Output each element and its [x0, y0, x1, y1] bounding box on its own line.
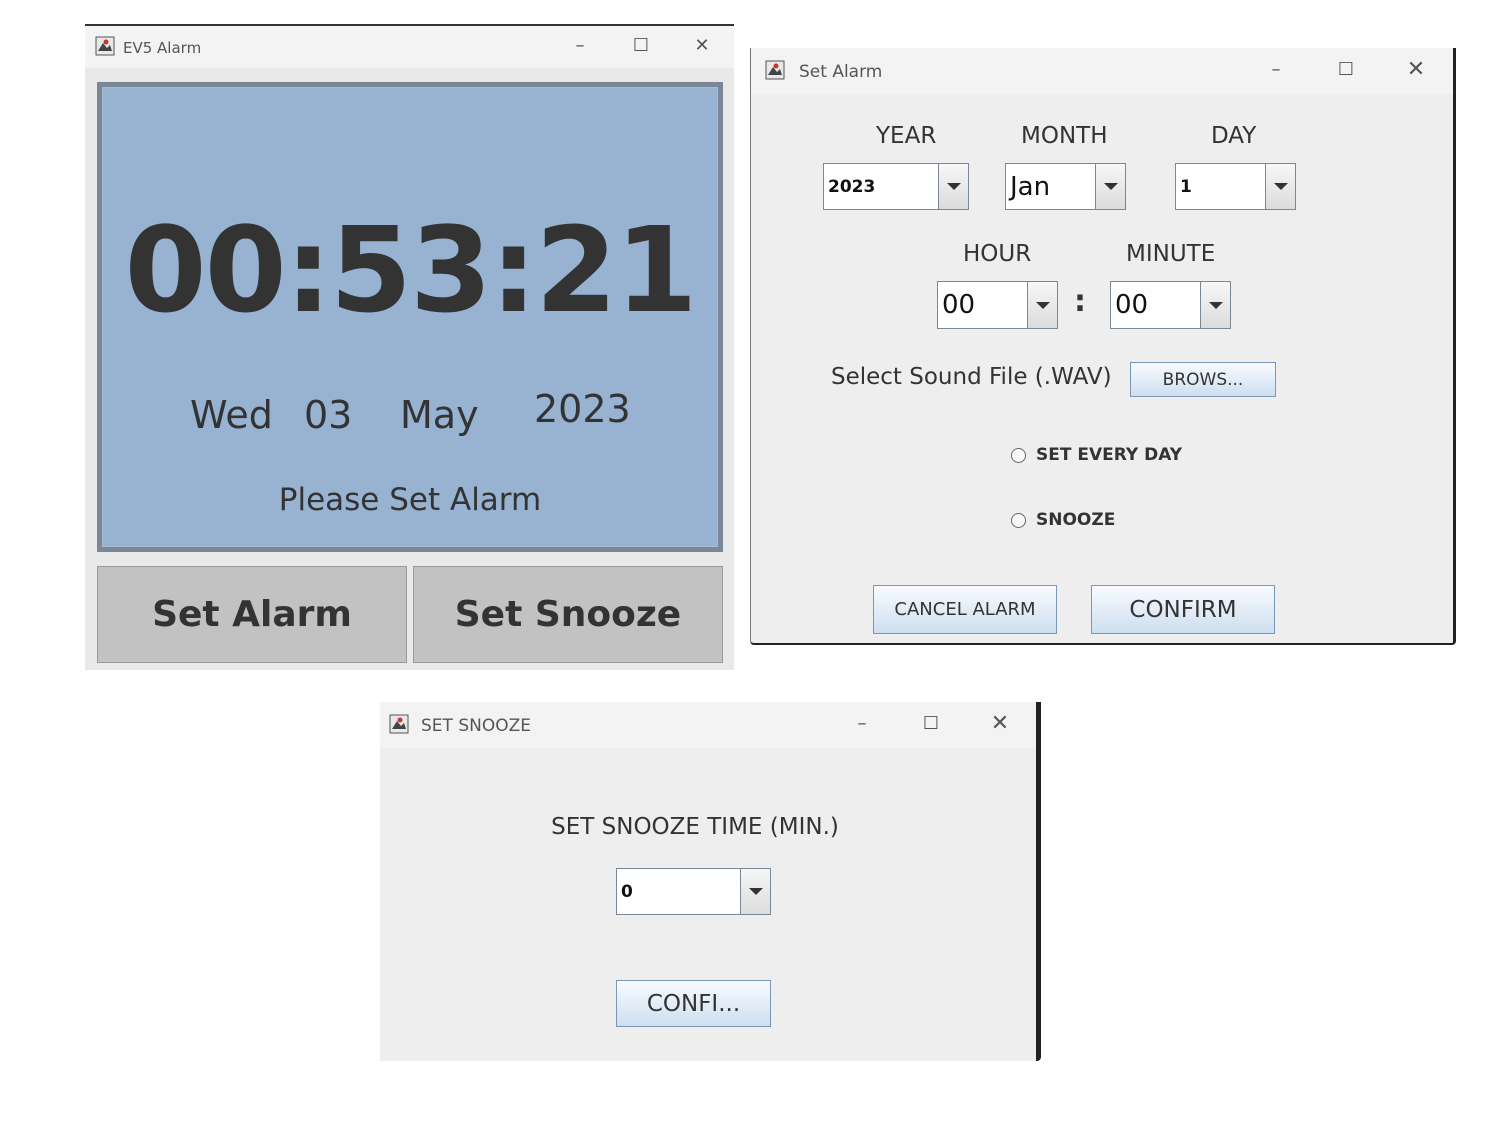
chevron-down-icon[interactable] — [1027, 282, 1057, 328]
snooze-time-label: SET SNOOZE TIME (MIN.) — [551, 814, 839, 840]
main-title-bar[interactable]: EV5 Alarm – ☐ ✕ — [85, 26, 734, 68]
year-select-value: 2023 — [828, 176, 876, 197]
time-separator: : — [1074, 284, 1086, 319]
minimize-icon[interactable]: – — [565, 36, 595, 56]
clock-time: 00:53:21 — [124, 201, 697, 339]
snooze-radio[interactable]: SNOOZE — [1011, 510, 1115, 530]
set-alarm-window: Set Alarm – ☐ ✕ YEAR MONTH DAY 2023 Jan … — [750, 48, 1456, 645]
radio-circle[interactable] — [1011, 512, 1026, 528]
date-month: May — [400, 393, 479, 437]
alarm-title-bar[interactable]: Set Alarm – ☐ ✕ — [751, 48, 1453, 94]
maximize-icon[interactable]: ☐ — [1331, 60, 1361, 80]
minute-select[interactable]: 00 — [1110, 281, 1231, 329]
hour-select[interactable]: 00 — [937, 281, 1058, 329]
set-snooze-window: SET SNOOZE – ☐ ✕ SET SNOOZE TIME (MIN.) … — [380, 702, 1041, 1061]
minute-label: MINUTE — [1126, 241, 1216, 267]
chevron-down-icon[interactable] — [1200, 282, 1230, 328]
snooze-window-title: SET SNOOZE — [421, 716, 531, 736]
cancel-alarm-button[interactable]: CANCEL ALARM — [873, 585, 1057, 634]
java-app-icon — [765, 60, 785, 80]
date-day: 03 — [304, 393, 353, 437]
minimize-icon[interactable]: – — [847, 714, 877, 734]
alarm-window-title: Set Alarm — [799, 62, 883, 82]
set-every-day-label: SET EVERY DAY — [1036, 445, 1183, 465]
snooze-select-value: 0 — [621, 881, 633, 902]
close-icon[interactable]: ✕ — [687, 36, 717, 56]
maximize-icon[interactable]: ☐ — [916, 714, 946, 734]
java-app-icon — [95, 36, 115, 56]
snooze-option-label: SNOOZE — [1036, 510, 1116, 530]
minimize-icon[interactable]: – — [1261, 60, 1291, 80]
day-label: DAY — [1211, 123, 1257, 149]
browse-button[interactable]: BROWS... — [1130, 362, 1276, 397]
hour-select-value: 00 — [942, 290, 976, 320]
chevron-down-icon[interactable] — [1095, 164, 1125, 209]
year-select[interactable]: 2023 — [823, 163, 969, 210]
clock-display-panel: 00:53:21 Wed 03 May 2023 Please Set Alar… — [97, 82, 723, 552]
close-icon[interactable]: ✕ — [1401, 59, 1431, 81]
main-window-title: EV5 Alarm — [123, 39, 202, 57]
sound-file-label: Select Sound File (.WAV) — [831, 364, 1112, 390]
set-every-day-radio[interactable]: SET EVERY DAY — [1011, 445, 1182, 465]
snooze-time-select[interactable]: 0 — [616, 868, 771, 915]
java-app-icon — [389, 714, 409, 734]
month-select-value: Jan — [1010, 171, 1051, 202]
main-alarm-window: EV5 Alarm – ☐ ✕ 00:53:21 Wed 03 May 2023… — [85, 24, 734, 670]
day-select[interactable]: 1 — [1175, 163, 1296, 210]
confirm-snooze-button[interactable]: CONFI... — [616, 980, 771, 1027]
day-select-value: 1 — [1180, 176, 1192, 197]
maximize-icon[interactable]: ☐ — [626, 36, 656, 56]
confirm-alarm-button[interactable]: CONFIRM — [1091, 585, 1275, 634]
chevron-down-icon[interactable] — [740, 869, 770, 914]
month-label: MONTH — [1021, 123, 1108, 149]
chevron-down-icon[interactable] — [938, 164, 968, 209]
snooze-title-bar[interactable]: SET SNOOZE – ☐ ✕ — [380, 702, 1036, 748]
alarm-status-text: Please Set Alarm — [278, 482, 542, 518]
month-select[interactable]: Jan — [1005, 163, 1126, 210]
chevron-down-icon[interactable] — [1265, 164, 1295, 209]
close-icon[interactable]: ✕ — [985, 713, 1015, 735]
date-weekday: Wed — [190, 393, 273, 437]
set-alarm-button[interactable]: Set Alarm — [97, 566, 407, 663]
hour-label: HOUR — [963, 241, 1032, 267]
year-label: YEAR — [876, 123, 937, 149]
minute-select-value: 00 — [1115, 290, 1149, 320]
radio-circle[interactable] — [1011, 447, 1026, 463]
set-snooze-button[interactable]: Set Snooze — [413, 566, 723, 663]
date-year: 2023 — [534, 387, 631, 431]
